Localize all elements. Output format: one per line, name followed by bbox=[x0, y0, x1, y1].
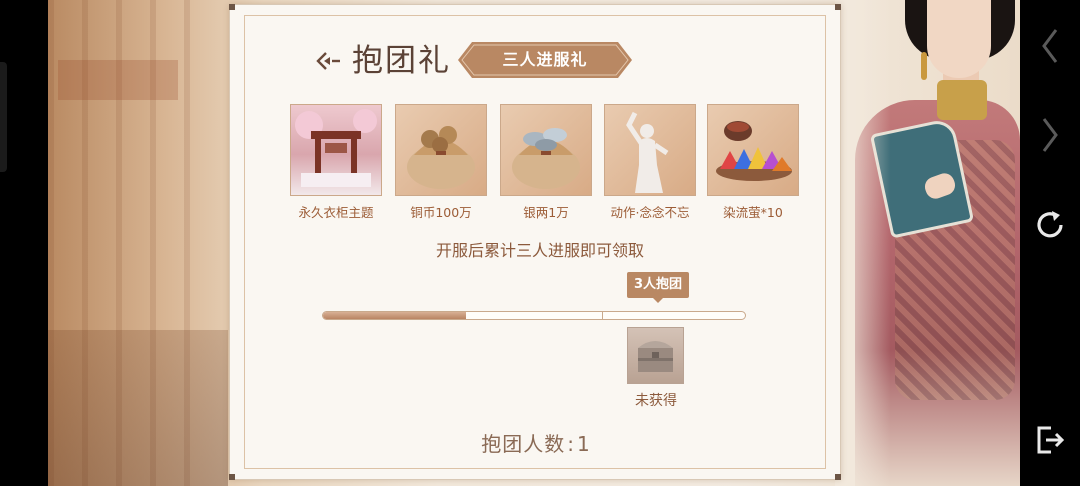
reward-label: 染流萤*10 bbox=[723, 205, 783, 220]
dye-powder-icon bbox=[707, 104, 799, 196]
reward-item[interactable]: 银两1万 bbox=[500, 104, 592, 221]
pose-silhouette-icon bbox=[604, 104, 696, 196]
milestone-tag: 3人抱团 bbox=[627, 272, 689, 298]
reward-item[interactable]: 永久衣柜主题 bbox=[290, 104, 382, 221]
page-title: 抱团礼 bbox=[352, 43, 451, 79]
count-label: 抱团人数 bbox=[481, 432, 566, 456]
corner-ornament bbox=[835, 474, 841, 480]
claim-notice: 开服后累计三人进服即可领取 bbox=[435, 241, 644, 260]
tag-pointer bbox=[653, 298, 663, 303]
exit-button[interactable] bbox=[1030, 420, 1070, 460]
group-count: 抱团人数:1 bbox=[400, 428, 672, 457]
treasure-chest-icon bbox=[638, 341, 673, 372]
reward-label: 铜币100万 bbox=[410, 205, 472, 220]
exit-icon bbox=[1037, 426, 1065, 454]
device-notch bbox=[0, 62, 7, 172]
silver-ingot-bag-icon bbox=[500, 104, 592, 196]
count-value: 1 bbox=[577, 432, 591, 456]
chevron-right-icon bbox=[1042, 118, 1058, 152]
refresh-button[interactable] bbox=[1030, 205, 1070, 245]
milestone-status: 未获得 bbox=[635, 393, 677, 409]
left-bezel bbox=[0, 0, 48, 486]
reward-item[interactable]: 动作·念念不忘 bbox=[604, 104, 696, 221]
progress-separator bbox=[601, 312, 603, 319]
corner-ornament bbox=[229, 474, 235, 480]
corner-ornament bbox=[835, 4, 841, 10]
character-fade bbox=[835, 0, 1020, 486]
reward-item[interactable]: 铜币100万 bbox=[395, 104, 487, 221]
background-lantern bbox=[58, 60, 178, 100]
reward-item[interactable]: 染流萤*10 bbox=[707, 104, 799, 221]
count-separator: : bbox=[567, 432, 575, 456]
title-arrow-icon[interactable] bbox=[312, 49, 342, 73]
group-progress-bar bbox=[322, 311, 746, 320]
ribbon-label: 三人进服礼 bbox=[502, 50, 588, 69]
copper-coin-bag-icon bbox=[395, 104, 487, 196]
progress-fill bbox=[323, 312, 467, 319]
prev-button[interactable] bbox=[1030, 26, 1070, 66]
chevron-left-icon bbox=[1042, 29, 1058, 63]
reward-label: 银两1万 bbox=[523, 205, 569, 220]
refresh-icon bbox=[1037, 211, 1063, 238]
reward-label: 动作·念念不忘 bbox=[610, 205, 690, 220]
next-button[interactable] bbox=[1030, 115, 1070, 155]
character-illustration bbox=[835, 0, 1020, 486]
wardrobe-gate-icon bbox=[290, 104, 382, 196]
corner-ornament bbox=[229, 4, 235, 10]
background-balcony bbox=[48, 330, 228, 486]
milestone-chest[interactable] bbox=[627, 327, 684, 384]
reward-label: 永久衣柜主题 bbox=[298, 205, 374, 220]
